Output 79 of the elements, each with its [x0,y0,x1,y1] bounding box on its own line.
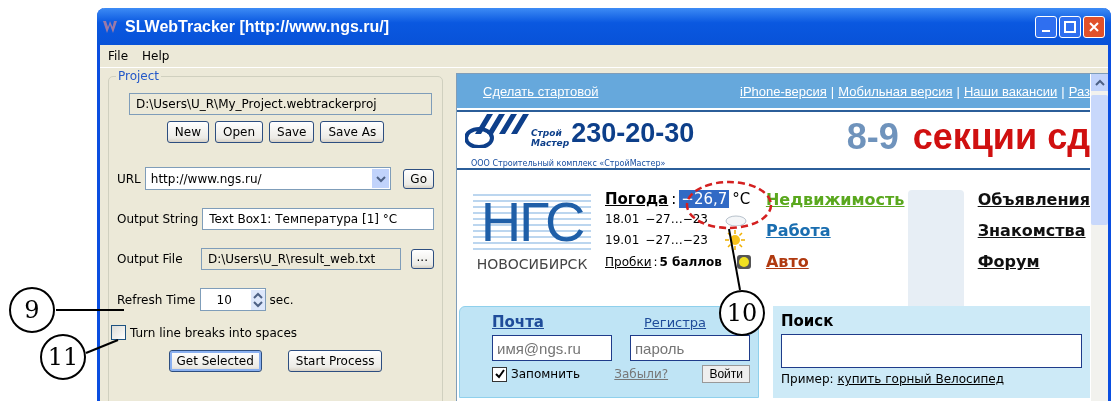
password-field[interactable]: пароль [630,335,750,361]
section-link[interactable]: Форум [977,252,1040,271]
scroll-thumb[interactable] [1091,95,1108,225]
section-link[interactable]: Работа [765,221,831,240]
search-field[interactable] [781,334,1082,368]
label-colon: : [671,190,677,208]
window-title: SLWebTracker [http://www.ngs.ru/] [125,17,391,36]
action-button[interactable]: Get Selected [168,350,262,372]
checkbox-label: Turn line breaks into spaces [130,325,298,340]
close-icon [1088,20,1100,33]
forecast-range: −27…−23 [645,233,709,247]
section-link[interactable]: Объявления [977,190,1090,209]
url-combo-box[interactable]: http://www.ngs.ru/ [144,167,392,190]
callout-number: 9 [9,287,55,333]
link-separator: | [1061,83,1065,99]
company-logo-icon [465,114,529,148]
callout-number: 11 [40,334,86,380]
section-link[interactable]: Знакомства [977,221,1086,240]
ad-text: секции сд [912,116,1090,158]
field-label: Output File [117,252,184,266]
leader-line [728,228,741,291]
label-colon: : [653,255,658,269]
traffic-light-icon [735,254,752,270]
minimize-icon [1042,29,1050,32]
login-button[interactable]: Войти [702,365,750,383]
site-city: НОВОСИБИРСК [476,256,588,272]
forecast-date: 18.01 [605,212,640,226]
group-title: Project [116,69,162,83]
output-file-field[interactable]: D:\Users\U_R\result_web.txt [201,248,401,270]
maximize-button[interactable] [1059,15,1081,38]
scroll-bar[interactable] [1091,74,1108,401]
logo-word: Строй [531,128,563,138]
search-title: Поиск [781,312,835,330]
leader-line [55,309,125,311]
menu-item[interactable]: Help [142,49,170,63]
project-path-field[interactable]: D:\Users\U_R\My_Project.webtrackerproj [129,93,432,115]
cloud-icon [725,212,748,226]
project-button[interactable]: Save [269,121,315,143]
mail-link[interactable]: Почта [492,313,544,331]
email-field[interactable]: имя@ngs.ru [492,335,612,361]
logo-word: Мастер [531,138,570,148]
unit-label: sec. [269,292,294,307]
example-label: Пример: [781,372,834,386]
menu-item[interactable]: File [108,49,129,63]
forecast-range: −27…−23 [645,212,709,226]
register-link[interactable]: Регистра [644,314,707,330]
weather-link[interactable]: Погода [605,190,669,208]
ad-phone: 230-20-30 [571,118,695,148]
example-link[interactable]: купить горный Велосипед [837,372,1004,386]
minimize-button[interactable] [1035,15,1057,38]
forecast-date: 19.01 [605,233,640,247]
refresh-time-spinner[interactable]: 10 [199,288,266,311]
field-label: Refresh Time [117,292,196,307]
sun-icon [725,230,746,250]
remember-checkbox[interactable] [492,366,507,382]
action-button[interactable]: Start Process [287,350,383,372]
field-label: Output String [117,212,199,226]
browse-button[interactable]: ... [410,249,434,269]
output-string-field[interactable]: Text Box1: Температура [1] °C [202,208,434,230]
traffic-score: 5 баллов [659,255,722,269]
go-button[interactable]: Go [403,168,434,189]
project-button[interactable]: Open [214,121,263,143]
maximize-icon [1064,20,1076,33]
close-button[interactable] [1083,15,1105,38]
spin-arrows-icon[interactable] [250,289,265,310]
checkbox[interactable] [111,325,126,340]
leader-line [85,339,119,354]
selected-temperature[interactable]: −26,7 [679,190,730,208]
project-button[interactable]: Save As [320,121,385,143]
link-separator: | [830,83,835,99]
checkbox-label: Запомнить [511,367,580,381]
ad-company: ООО Строительный комплекс «СтройМастер» [471,159,666,168]
section-link[interactable]: Авто [765,252,809,271]
project-button[interactable]: New [166,121,209,143]
traffic-link[interactable]: Пробки [605,255,652,269]
temperature-unit: °C [732,190,751,208]
field-label: URL [117,171,141,186]
link-separator: | [956,83,960,99]
ad-number: 8-9 [846,116,899,158]
